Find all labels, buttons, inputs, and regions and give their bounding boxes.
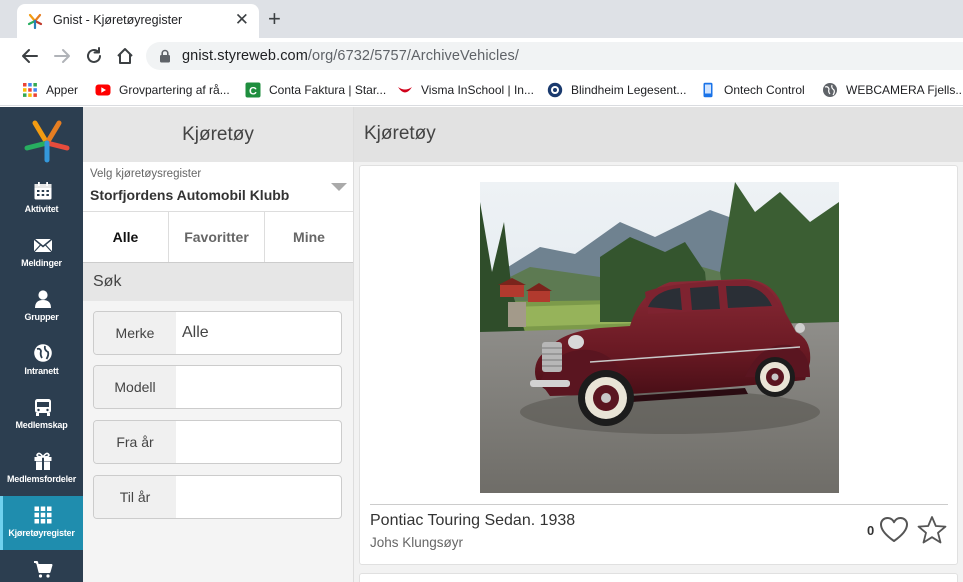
merke-field[interactable]: Merke Alle [93,311,342,355]
tab-mine[interactable]: Mine [265,212,353,262]
envelope-icon [33,238,53,253]
vehicle-card[interactable]: Pontiac Touring Sedan. 1938 Johs Klungsø… [359,165,958,565]
registry-select[interactable]: Velg kjøretøysregister Storfjordens Auto… [83,162,353,212]
app-sidebar: Aktivitet Meldinger Grupper Intranett Me… [0,107,83,582]
browser-toolbar: gnist.styreweb.com/org/6732/5757/Archive… [0,38,963,74]
bookmark-youtube[interactable]: Grovpartering af rå... [95,81,230,99]
heart-icon[interactable] [879,516,909,544]
sidebar-item-aktivitet[interactable]: Aktivitet [0,172,83,226]
til-ar-field-label: Til år [94,476,176,518]
vehicle-photo[interactable] [480,182,839,493]
search-section-header: Søk [83,263,353,301]
main-header: Kjøretøy [354,107,963,162]
globe-icon [34,344,52,362]
merke-field-label: Merke [94,312,176,354]
filter-panel-title: Kjøretøy [182,124,254,145]
modell-field[interactable]: Modell [93,365,342,409]
tab-favoritter[interactable]: Favoritter [169,212,265,262]
bookmark-blindheim[interactable]: Blindheim Legesent... [547,81,686,99]
bookmark-conta[interactable]: C Conta Faktura | Star... [245,81,386,99]
tab-title: Gnist - Kjøretøyregister [53,13,183,27]
main-title: Kjøretøy [364,123,436,144]
sidebar-item-kjoretoyregister[interactable]: Kjøretøyregister [0,496,83,550]
registry-select-value: Storfjordens Automobil Klubb [90,187,290,203]
vehicle-list: Kjøretøy Pontiac Touring Sedan. 1938 Joh… [353,107,963,582]
sidebar-item-label: Aktivitet [24,204,59,214]
search-section-title: Søk [93,273,122,290]
vehicle-card[interactable] [359,573,958,582]
gift-icon [34,452,52,470]
filter-panel: Kjøretøy Velg kjøretøysregister Storfjor… [83,107,353,582]
grid-icon [34,506,52,524]
url-text: gnist.styreweb.com/org/6732/5757/Archive… [182,48,519,64]
sidebar-item-label: Meldinger [21,258,62,268]
star-icon[interactable] [917,515,947,545]
filter-panel-header: Kjøretøy [83,107,353,162]
bookmark-visma[interactable]: Visma InSchool | In... [397,81,534,99]
sidebar-item-label: Intranett [24,366,59,376]
globe-icon [823,83,837,97]
bookmark-label: Blindheim Legesent... [571,83,687,97]
card-divider [370,504,948,505]
new-tab-icon[interactable]: + [268,7,281,31]
address-bar[interactable]: gnist.styreweb.com/org/6732/5757/Archive… [146,42,963,70]
conta-icon: C [245,82,261,98]
forward-arrow-icon[interactable] [51,45,73,67]
browser-tab[interactable]: Gnist - Kjøretøyregister ✕ [17,4,259,38]
bookmarks-bar: Apper Grovpartering af rå... C Conta Fak… [0,74,963,106]
sidebar-item-label: Medlemsfordeler [6,474,77,484]
bookmark-label: WEBCAMERA Fjells... [846,83,963,97]
modell-field-label: Modell [94,366,176,408]
sidebar-item-cart[interactable] [0,550,83,582]
back-arrow-icon[interactable] [19,45,41,67]
registry-select-label: Velg kjøretøysregister [90,168,202,180]
browser-tabstrip: Gnist - Kjøretøyregister ✕ + [0,0,963,38]
vehicle-title[interactable]: Pontiac Touring Sedan. 1938 [370,512,575,530]
bookmark-webcamera[interactable]: WEBCAMERA Fjells... [822,81,963,99]
like-count: 0 [867,523,875,538]
svg-text:C: C [249,85,257,97]
fra-ar-field[interactable]: Fra år [93,420,342,464]
vehicle-filter-tabs: Alle Favoritter Mine [83,212,353,263]
sidebar-item-medlemsfordeler[interactable]: Medlemsfordeler [0,442,83,496]
user-icon [35,290,51,308]
lock-icon[interactable] [158,49,172,63]
sidebar-item-intranett[interactable]: Intranett [0,334,83,388]
home-icon[interactable] [114,45,136,67]
bookmark-label: Grovpartering af rå... [119,83,230,97]
close-tab-icon[interactable]: ✕ [235,11,249,29]
sidebar-item-label: Medlemskap [15,420,68,430]
til-ar-field[interactable]: Til år [93,475,342,519]
sidebar-item-grupper[interactable]: Grupper [0,280,83,334]
bookmark-label: Ontech Control [724,83,805,97]
sidebar-item-label: Grupper [24,312,59,322]
bookmark-label: Conta Faktura | Star... [269,83,387,97]
calendar-icon [34,182,52,200]
vehicle-owner: Johs Klungsøyr [370,535,464,550]
phone-icon [703,82,713,98]
fra-ar-field-label: Fra år [94,421,176,463]
chevron-down-icon [331,183,347,191]
bookmark-label: Visma InSchool | In... [421,83,534,97]
sidebar-item-medlemskap[interactable]: Medlemskap [0,388,83,442]
bookmark-apper[interactable]: Apper [22,81,78,99]
bookmark-label: Apper [46,83,79,97]
apps-grid-icon [23,83,37,97]
visma-icon [398,87,412,93]
reload-icon[interactable] [83,45,105,67]
tab-alle[interactable]: Alle [83,212,169,262]
merke-field-value: Alle [182,324,209,341]
bookmark-ontech[interactable]: Ontech Control [700,81,805,99]
globe-badge-icon [547,82,563,98]
cart-icon [34,561,53,578]
sidebar-item-meldinger[interactable]: Meldinger [0,226,83,280]
youtube-icon [95,84,111,96]
gnist-favicon-icon [27,13,43,29]
sidebar-item-label: Kjøretøyregister [8,528,75,538]
bus-icon [35,399,51,416]
gnist-logo-icon [24,120,70,163]
